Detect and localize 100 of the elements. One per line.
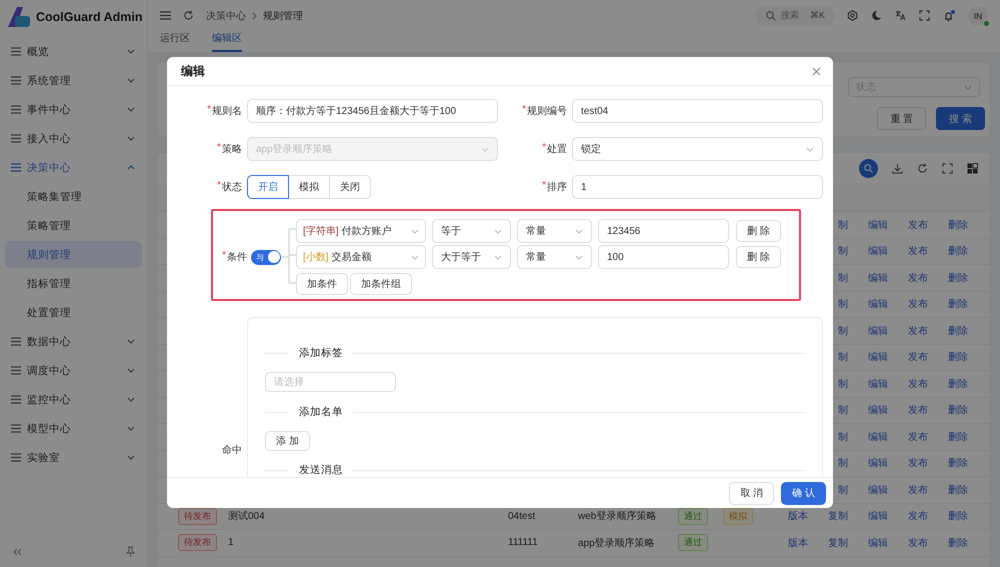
action-link[interactable]: 编辑 [848, 403, 888, 418]
action-link[interactable]: 版本 [768, 536, 808, 550]
action-link[interactable]: 编辑 [848, 297, 888, 312]
text-field[interactable]: 100 [598, 245, 729, 269]
sidebar-subitem[interactable]: 处置管理 [5, 299, 142, 326]
action-link[interactable]: 发布 [888, 536, 928, 550]
cancel-button[interactable]: 取 消 [729, 482, 774, 504]
select-field[interactable]: [字符串] 付款方账户 [296, 219, 426, 243]
select-field[interactable]: 大于等于 [432, 245, 511, 269]
sidebar-item[interactable]: 模型中心 [0, 414, 147, 443]
action-link[interactable]: 复制 [808, 509, 848, 524]
sidebar-subitem[interactable]: 规则管理 [5, 241, 142, 268]
select-field[interactable]: 等于 [432, 219, 511, 243]
action-link[interactable]: 发布 [888, 270, 928, 285]
text-field[interactable]: 1 [572, 175, 823, 199]
action-link[interactable]: 编辑 [848, 350, 888, 364]
download-icon[interactable] [892, 162, 903, 174]
action-link[interactable]: 删除 [928, 218, 968, 232]
sidebar-item[interactable]: 概览 [0, 37, 147, 66]
action-link[interactable]: 发布 [888, 509, 928, 524]
action-link[interactable]: 删除 [928, 509, 968, 524]
action-link[interactable]: 删除 [928, 244, 968, 258]
moon-icon[interactable] [871, 10, 882, 21]
action-link[interactable]: 删除 [928, 536, 968, 550]
action-link[interactable]: 编辑 [848, 456, 888, 470]
refresh-icon[interactable] [917, 162, 928, 174]
bell-icon[interactable] [943, 10, 955, 22]
sidebar-item[interactable]: 调度中心 [0, 356, 147, 385]
sidebar-subitem[interactable]: 策略集管理 [5, 183, 142, 210]
text-field[interactable]: 顺序：付款方等于123456且金额大于等于100 [247, 99, 498, 123]
action-link[interactable]: 发布 [888, 430, 928, 444]
action-link[interactable]: 发布 [888, 376, 928, 391]
sidebar-subitem[interactable]: 指标管理 [5, 270, 142, 297]
action-link[interactable]: 复制 [808, 536, 848, 550]
fullscreen-icon[interactable] [919, 10, 930, 21]
action-link[interactable]: 删除 [928, 482, 968, 497]
action-link[interactable]: 删除 [928, 376, 968, 391]
reset-button[interactable]: 重 置 [877, 107, 926, 130]
sidebar-item[interactable]: 实验室 [0, 443, 147, 472]
action-link[interactable]: 删除 [928, 350, 968, 364]
search-button[interactable] [859, 158, 878, 178]
collapse-icon[interactable] [12, 548, 22, 556]
settings-icon[interactable] [847, 10, 858, 21]
text-field[interactable]: 123456 [598, 219, 729, 243]
action-link[interactable]: 编辑 [848, 482, 888, 497]
select-field[interactable]: [小数] 交易金额 [296, 245, 426, 269]
tab[interactable]: 编辑区 [212, 31, 242, 52]
toggle-switch[interactable]: 与 [251, 250, 281, 264]
sidebar-subitem[interactable]: 策略管理 [5, 212, 142, 239]
sidebar-item[interactable]: 数据中心 [0, 327, 147, 356]
select-field[interactable]: 常量 [517, 219, 592, 243]
action-link[interactable]: 删除 [928, 430, 968, 444]
action-link[interactable]: 版本 [768, 509, 808, 524]
action-link[interactable]: 发布 [888, 350, 928, 364]
action-link[interactable]: 发布 [888, 324, 928, 338]
action-link[interactable]: 发布 [888, 403, 928, 418]
segment-option[interactable]: 开启 [247, 175, 289, 199]
action-link[interactable]: 发布 [888, 297, 928, 312]
action-link[interactable]: 发布 [888, 456, 928, 470]
action-link[interactable]: 删除 [928, 456, 968, 470]
add-button[interactable]: 添 加 [265, 431, 310, 451]
search-button[interactable]: 搜 索 [936, 107, 985, 130]
search-button[interactable]: 搜索 ⌘K [756, 6, 835, 26]
action-link[interactable]: 编辑 [848, 270, 888, 285]
breadcrumb-link[interactable]: 决策中心 [206, 8, 246, 22]
delete-button[interactable]: 删 除 [736, 220, 781, 242]
refresh-icon[interactable] [183, 10, 194, 21]
action-link[interactable]: 编辑 [848, 324, 888, 338]
action-link[interactable]: 编辑 [848, 376, 888, 391]
sidebar-item[interactable]: 接入中心 [0, 124, 147, 153]
segment-option[interactable]: 模拟 [288, 175, 330, 199]
action-link[interactable]: 编辑 [848, 536, 888, 550]
action-link[interactable]: 编辑 [848, 430, 888, 444]
select-field[interactable]: 请选择 [265, 372, 396, 392]
action-link[interactable]: 删除 [928, 403, 968, 418]
translate-icon[interactable] [895, 10, 906, 21]
tab[interactable]: 运行区 [160, 31, 190, 52]
action-link[interactable]: 发布 [888, 482, 928, 497]
action-link[interactable]: 编辑 [848, 509, 888, 524]
text-field[interactable]: test04 [572, 99, 823, 123]
pin-icon[interactable] [126, 546, 135, 557]
sidebar-item[interactable]: 监控中心 [0, 385, 147, 414]
user-avatar[interactable]: IN [968, 6, 988, 26]
action-link[interactable]: 发布 [888, 244, 928, 258]
confirm-button[interactable]: 确 认 [781, 482, 826, 504]
add-button[interactable]: 加条件 [296, 273, 348, 295]
close-icon[interactable] [812, 66, 821, 76]
action-link[interactable]: 编辑 [848, 218, 888, 232]
segment-option[interactable]: 关闭 [329, 175, 371, 199]
fullscreen-icon[interactable] [942, 162, 953, 174]
action-link[interactable]: 编辑 [848, 244, 888, 258]
action-link[interactable]: 发布 [888, 218, 928, 232]
columns-icon[interactable] [967, 162, 978, 174]
add-button[interactable]: 加条件组 [350, 273, 412, 295]
delete-button[interactable]: 删 除 [736, 246, 781, 268]
action-link[interactable]: 删除 [928, 270, 968, 285]
sidebar-item[interactable]: 系统管理 [0, 66, 147, 95]
action-link[interactable]: 删除 [928, 297, 968, 312]
sidebar-item[interactable]: 事件中心 [0, 95, 147, 124]
action-link[interactable]: 删除 [928, 324, 968, 338]
